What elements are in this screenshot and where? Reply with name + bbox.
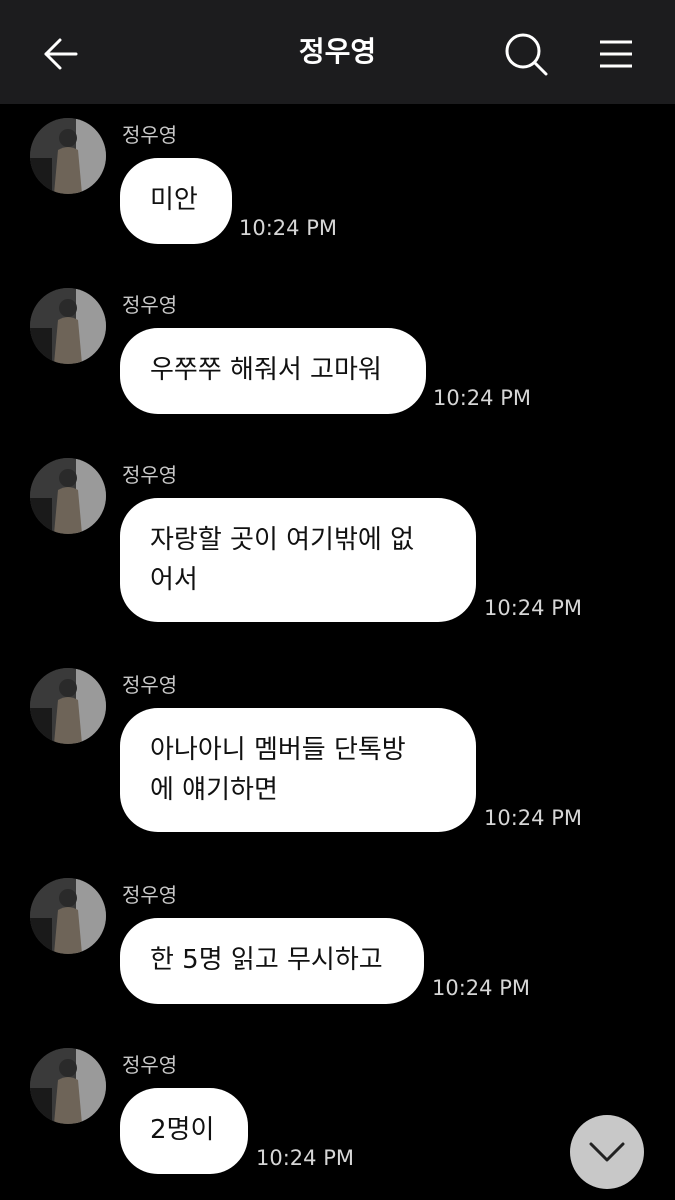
- message-time: 10:24 PM: [484, 596, 582, 620]
- profile-photo-icon: [30, 878, 106, 954]
- menu-icon: [600, 40, 632, 68]
- scroll-to-bottom-button[interactable]: [570, 1115, 644, 1189]
- sender-name: 정우영: [122, 673, 178, 697]
- message-bubble[interactable]: 한 5명 읽고 무시하고: [120, 918, 424, 1004]
- avatar[interactable]: [30, 458, 106, 534]
- avatar[interactable]: [30, 668, 106, 744]
- message-bubble[interactable]: 아나아니 멤버들 단톡방 에 얘기하면: [120, 708, 476, 832]
- sender-name: 정우영: [122, 293, 178, 317]
- message-bubble[interactable]: 미안: [120, 158, 232, 244]
- avatar[interactable]: [30, 1048, 106, 1124]
- message-time: 10:24 PM: [432, 976, 530, 1000]
- profile-photo-icon: [30, 668, 106, 744]
- profile-photo-icon: [30, 288, 106, 364]
- avatar[interactable]: [30, 118, 106, 194]
- message-bubble[interactable]: 2명이: [120, 1088, 248, 1174]
- search-icon: [505, 33, 548, 76]
- menu-button[interactable]: [590, 28, 642, 80]
- avatar[interactable]: [30, 878, 106, 954]
- sender-name: 정우영: [122, 1053, 178, 1077]
- sender-name: 정우영: [122, 123, 178, 147]
- message-time: 10:24 PM: [484, 806, 582, 830]
- message-time: 10:24 PM: [256, 1146, 354, 1170]
- search-button[interactable]: [500, 28, 552, 80]
- message-time: 10:24 PM: [239, 216, 337, 240]
- sender-name: 정우영: [122, 883, 178, 907]
- message-bubble[interactable]: 우쭈쭈 해줘서 고마워: [120, 328, 426, 414]
- sender-name: 정우영: [122, 463, 178, 487]
- profile-photo-icon: [30, 118, 106, 194]
- avatar[interactable]: [30, 288, 106, 364]
- message-time: 10:24 PM: [433, 386, 531, 410]
- chat-title: 정우영: [298, 35, 377, 68]
- chat-header: 정우영: [0, 0, 675, 104]
- profile-photo-icon: [30, 458, 106, 534]
- profile-photo-icon: [30, 1048, 106, 1124]
- chevron-down-icon: [589, 1142, 625, 1162]
- message-bubble[interactable]: 자랑할 곳이 여기밖에 없 어서: [120, 498, 476, 622]
